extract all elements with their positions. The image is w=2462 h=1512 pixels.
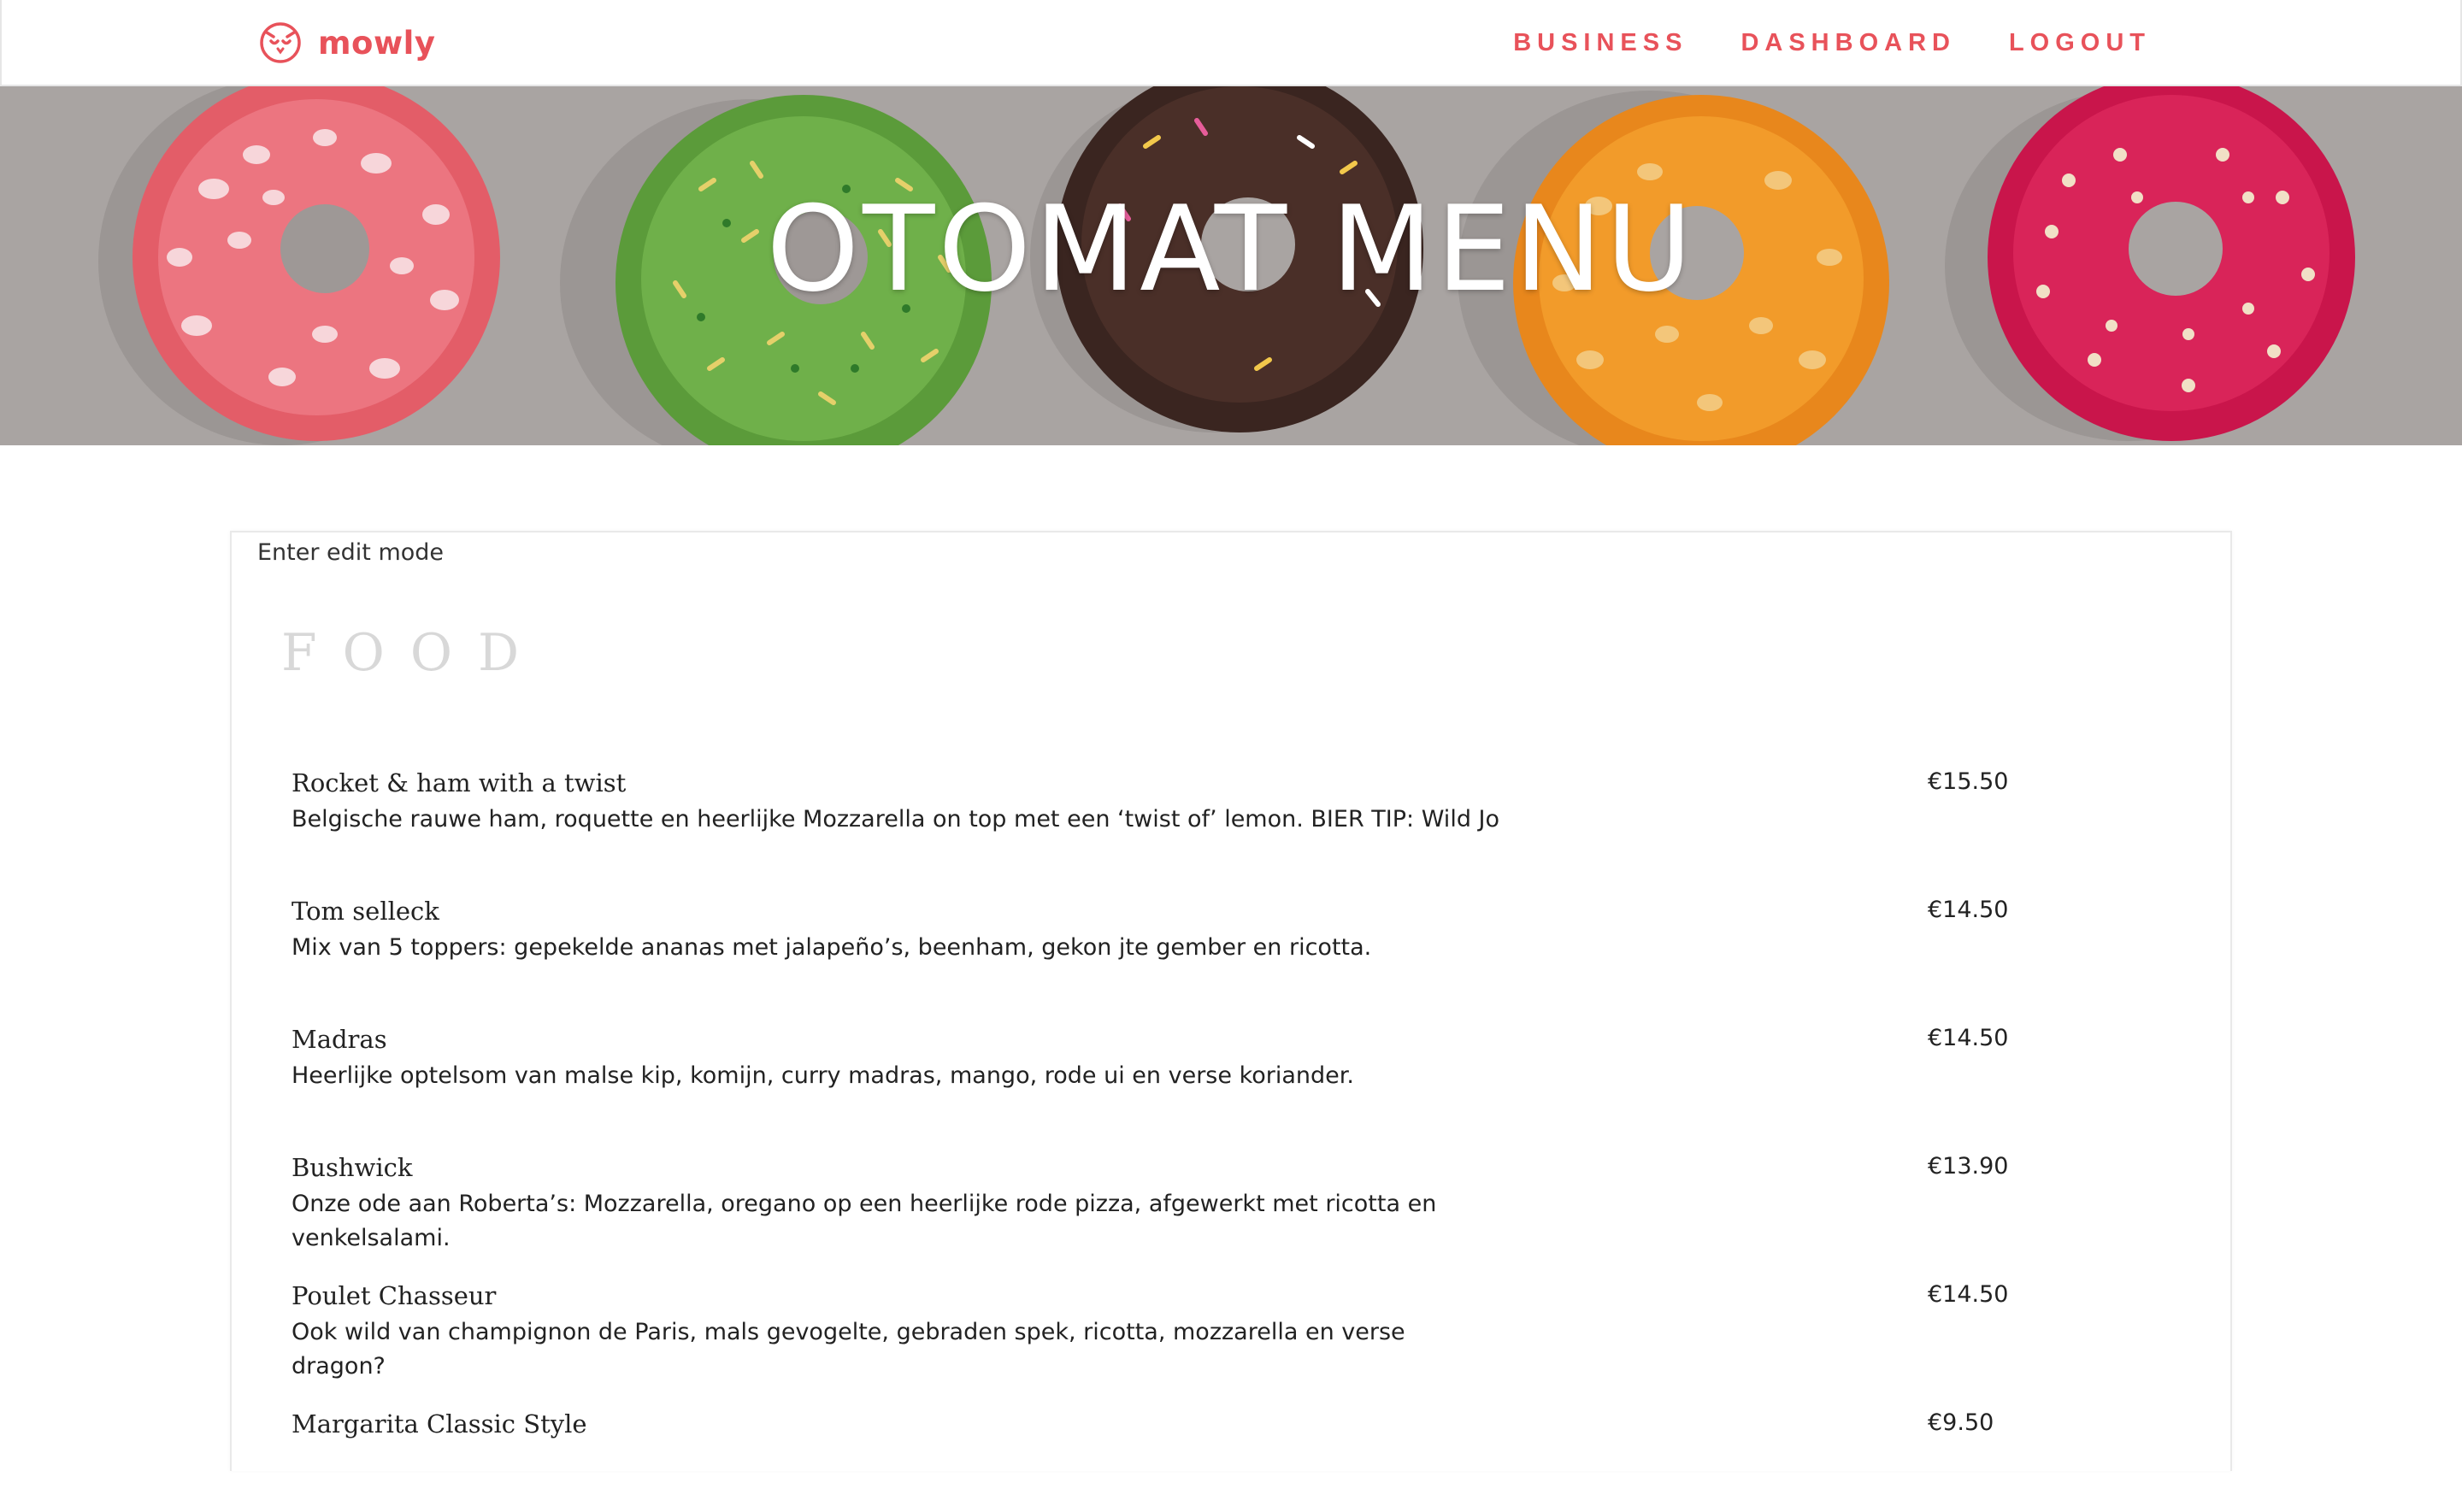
menu-item: Margarita Classic Style €9.50 bbox=[292, 1409, 2001, 1512]
enter-edit-mode-link[interactable]: Enter edit mode bbox=[257, 539, 444, 566]
menu-item: Poulet Chasseur Ook wild van champignon … bbox=[292, 1281, 2008, 1384]
menu-item-name: Margarita Classic Style bbox=[292, 1409, 587, 1438]
menu-item-name: Bushwick bbox=[292, 1153, 413, 1182]
menu-card: Enter edit mode FOOD Rocket & ham with a… bbox=[230, 531, 2232, 1471]
menu-item-description: Ook wild van champignon de Paris, mals g… bbox=[292, 1319, 1405, 1380]
nav-dashboard-link[interactable]: DASHBOARD bbox=[1740, 29, 1956, 57]
menu-item-description: Heerlijke optelsom van malse kip, komijn… bbox=[292, 1062, 1354, 1089]
menu-item-description: Onze ode aan Roberta’s: Mozzarella, oreg… bbox=[292, 1191, 1437, 1251]
menu-item: Bushwick Onze ode aan Roberta’s: Mozzare… bbox=[292, 1153, 2008, 1256]
owl-logo-icon bbox=[260, 22, 301, 63]
menu-item-description: Belgische rauwe ham, roquette en heerlij… bbox=[292, 806, 1500, 832]
hero-title: OTOMAT MENU bbox=[766, 179, 1696, 318]
menu-item-name: Tom selleck bbox=[292, 897, 439, 926]
brand-logo-link[interactable]: mowly bbox=[258, 19, 435, 67]
brand-name: mowly bbox=[318, 24, 436, 62]
menu-item: Rocket & ham with a twist Belgische rauw… bbox=[292, 768, 2008, 871]
menu-item-name: Rocket & ham with a twist bbox=[292, 768, 627, 797]
menu-item-price: €14.50 bbox=[1928, 897, 2009, 923]
menu-item-price: €14.50 bbox=[1928, 1025, 2009, 1051]
menu-item-name: Poulet Chasseur bbox=[292, 1281, 497, 1310]
section-title-food: FOOD bbox=[281, 623, 545, 683]
menu-item-price: €9.50 bbox=[1928, 1409, 1994, 1436]
top-navbar: mowly BUSINESS DASHBOARD LOGOUT bbox=[0, 0, 2462, 86]
hero-banner: OTOMAT MENU bbox=[0, 86, 2462, 445]
nav-links: BUSINESS DASHBOARD LOGOUT bbox=[1513, 0, 2151, 85]
nav-logout-link[interactable]: LOGOUT bbox=[2009, 29, 2151, 57]
menu-item-price: €14.50 bbox=[1928, 1281, 2009, 1308]
nav-business-link[interactable]: BUSINESS bbox=[1513, 29, 1687, 57]
menu-item-name: Madras bbox=[292, 1025, 387, 1054]
menu-item-price: €15.50 bbox=[1928, 768, 2009, 795]
menu-item-description: Mix van 5 toppers: gepekelde ananas met … bbox=[292, 934, 1372, 961]
menu-item-price: €13.90 bbox=[1928, 1153, 2009, 1180]
menu-item: Madras Heerlijke optelsom van malse kip,… bbox=[292, 1025, 2008, 1127]
menu-item: Tom selleck Mix van 5 toppers: gepekelde… bbox=[292, 897, 2008, 999]
